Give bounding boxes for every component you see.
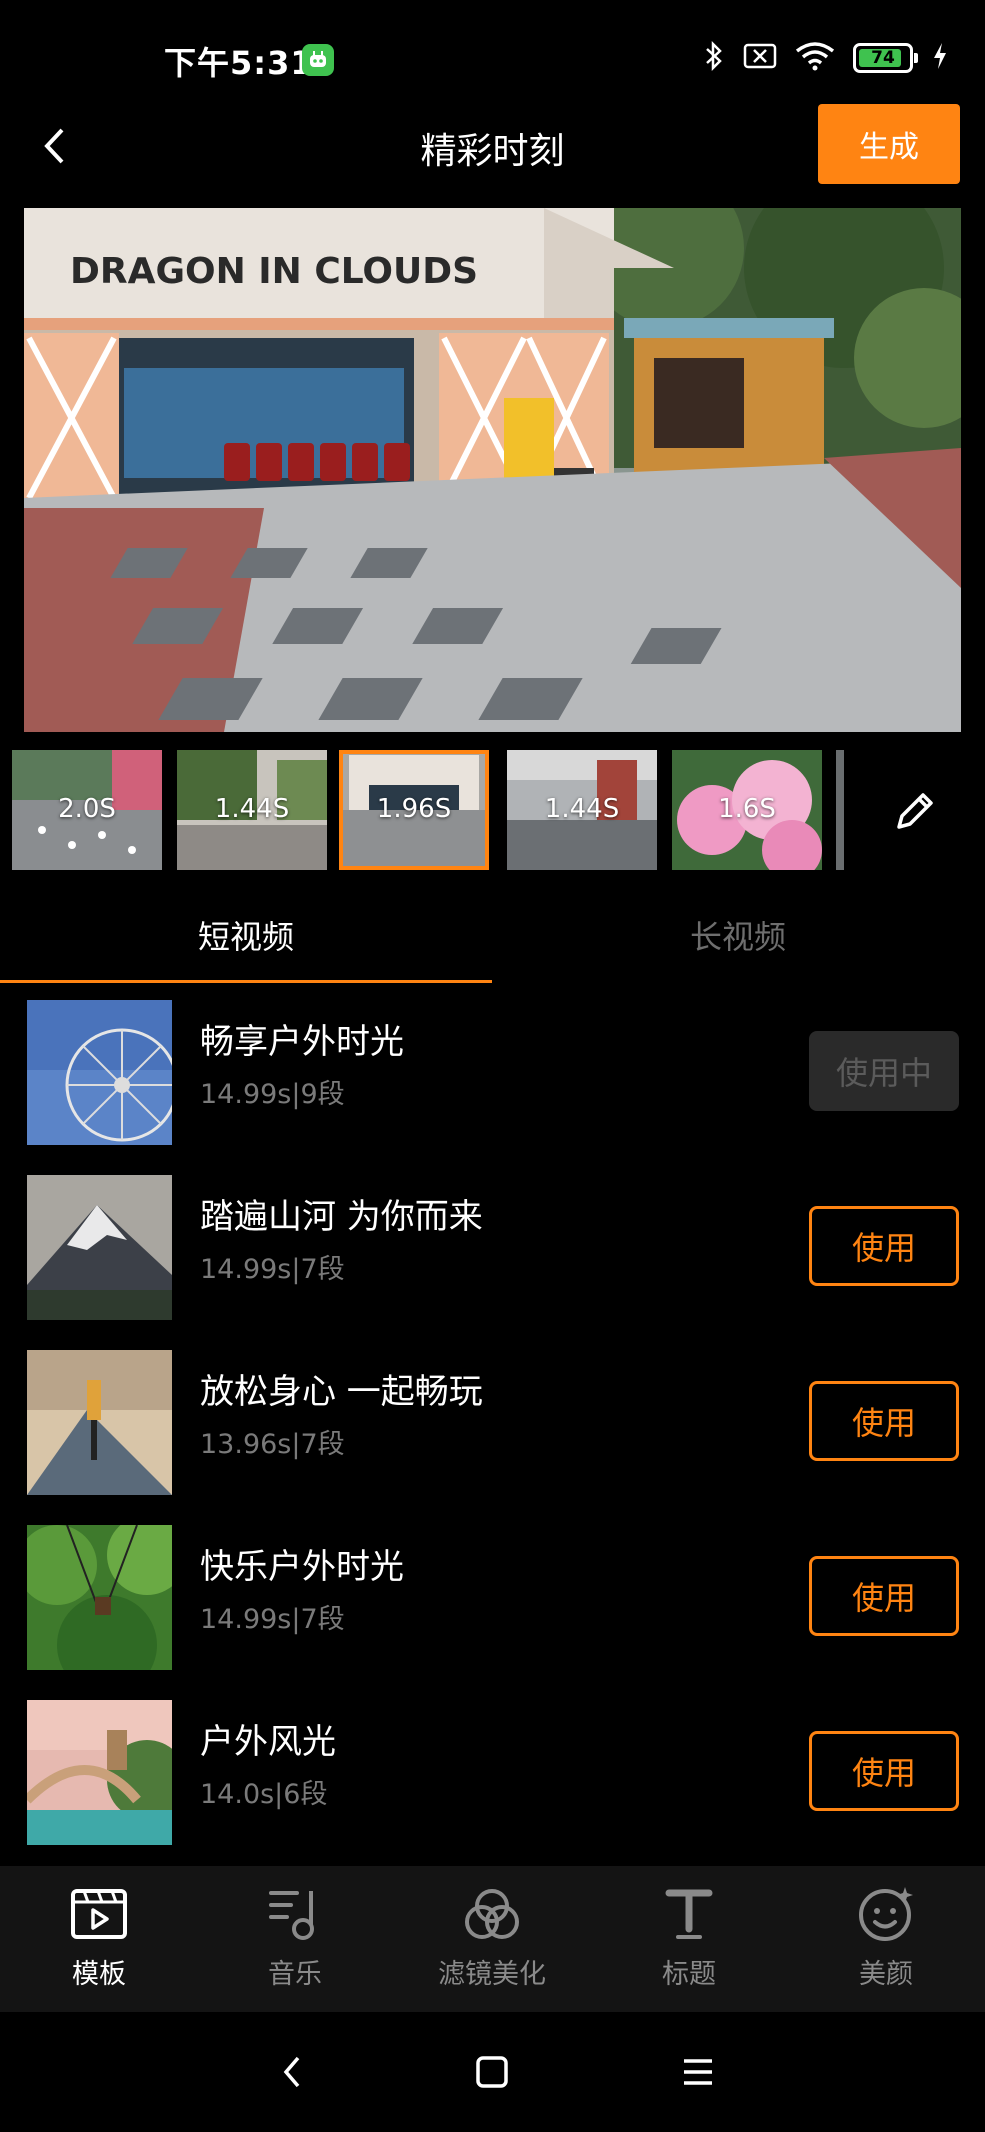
in-use-button[interactable]: 使用中 [809, 1031, 959, 1111]
system-home-icon [476, 2056, 508, 2088]
template-meta: 14.99s|9段 [200, 1079, 345, 1110]
clip-duration: 1.96S [376, 794, 452, 824]
system-menu-button[interactable] [676, 2050, 720, 2094]
clip-duration: 2.0S [58, 794, 116, 824]
beauty-icon [856, 1884, 916, 1944]
template-meta: 14.99s|7段 [200, 1254, 345, 1285]
template-item[interactable]: 放松身心 一起畅玩 13.96s|7段 使用 [0, 1350, 985, 1495]
clip-strip: 2.0S 1.44S 1.96S 1.44S 1.6S [0, 748, 985, 872]
system-nav-bar [0, 2012, 985, 2132]
template-title: 快乐户外时光 [200, 1547, 404, 1587]
pencil-icon [897, 793, 933, 829]
template-item[interactable]: 畅享户外时光 14.99s|9段 使用中 [0, 1000, 985, 1145]
template-item[interactable]: 快乐户外时光 14.99s|7段 使用 [0, 1525, 985, 1670]
nav-filter[interactable]: 滤镜美化 [412, 1884, 572, 1991]
tab-long-video[interactable]: 长视频 [492, 912, 984, 958]
clip-duration: 1.44S [544, 794, 620, 824]
template-thumbnail [27, 1000, 172, 1145]
template-icon [69, 1884, 129, 1944]
template-meta: 14.99s|7段 [200, 1604, 345, 1635]
nav-label: 美颜 [859, 1959, 913, 1990]
template-meta: 13.96s|7段 [200, 1429, 345, 1460]
template-thumbnail [27, 1700, 172, 1845]
battery-level: 74 [871, 48, 895, 68]
template-title: 户外风光 [200, 1722, 336, 1762]
wifi-icon [795, 41, 835, 75]
template-meta: 14.0s|6段 [200, 1779, 328, 1810]
charging-icon [931, 42, 949, 74]
template-item[interactable]: 踏遍山河 为你而来 14.99s|7段 使用 [0, 1175, 985, 1320]
generate-button[interactable]: 生成 [818, 104, 960, 184]
nav-label: 模板 [72, 1959, 126, 1990]
filter-icon [462, 1884, 522, 1944]
battery-icon: 74 [853, 43, 918, 73]
clip-thumbnail[interactable]: 2.0S [12, 750, 162, 870]
status-time: 下午5:31 [164, 44, 314, 82]
system-home-button[interactable] [470, 2050, 514, 2094]
edit-clips-button[interactable] [890, 786, 940, 836]
nav-music[interactable]: 音乐 [215, 1884, 375, 1991]
nav-label: 标题 [662, 1959, 716, 1990]
nav-label: 滤镜美化 [438, 1959, 546, 1990]
clip-thumbnail[interactable]: 1.44S [177, 750, 327, 870]
template-title: 放松身心 一起畅玩 [200, 1372, 483, 1412]
template-thumbnail [27, 1525, 172, 1670]
nav-title[interactable]: 标题 [609, 1884, 769, 1991]
system-back-icon [283, 2056, 300, 2088]
template-title: 踏遍山河 为你而来 [200, 1197, 483, 1237]
template-thumbnail [27, 1350, 172, 1495]
use-button[interactable]: 使用 [809, 1556, 959, 1636]
preview-sign-text: DRAGON IN CLOUDS [70, 251, 478, 292]
title-icon [659, 1884, 719, 1944]
clip-thumbnail-selected[interactable]: 1.96S [339, 750, 489, 870]
template-item[interactable]: 户外风光 14.0s|6段 使用 [0, 1700, 985, 1845]
clip-thumbnail[interactable]: 1.44S [507, 750, 657, 870]
use-button[interactable]: 使用 [809, 1381, 959, 1461]
music-icon [265, 1884, 325, 1944]
no-sim-icon [743, 42, 777, 74]
bottom-nav: 模板 音乐 滤镜美化 标题 美颜 [0, 1866, 985, 2012]
template-title: 畅享户外时光 [200, 1022, 404, 1062]
tab-short-video[interactable]: 短视频 [0, 912, 492, 958]
video-preview[interactable]: DRAGON IN CLOUDS [24, 208, 961, 732]
clip-thumbnail-partial[interactable] [836, 750, 844, 870]
use-button[interactable]: 使用 [809, 1206, 959, 1286]
clip-duration: 1.6S [718, 794, 776, 824]
template-thumbnail [27, 1175, 172, 1320]
clip-duration: 1.44S [214, 794, 290, 824]
nav-beauty[interactable]: 美颜 [806, 1884, 966, 1991]
system-menu-icon [684, 2059, 712, 2085]
nav-label: 音乐 [268, 1959, 322, 1990]
clip-thumbnail[interactable]: 1.6S [672, 750, 822, 870]
status-bar: 下午5:31 74 [0, 0, 985, 120]
system-back-button[interactable] [270, 2050, 314, 2094]
use-button[interactable]: 使用 [809, 1731, 959, 1811]
template-tabs: 短视频 长视频 [0, 896, 985, 986]
app-notification-icon [302, 44, 334, 76]
tab-indicator [0, 980, 492, 983]
bluetooth-icon [703, 40, 725, 76]
header: 精彩时刻 生成 [0, 104, 985, 188]
nav-template[interactable]: 模板 [19, 1884, 179, 1991]
